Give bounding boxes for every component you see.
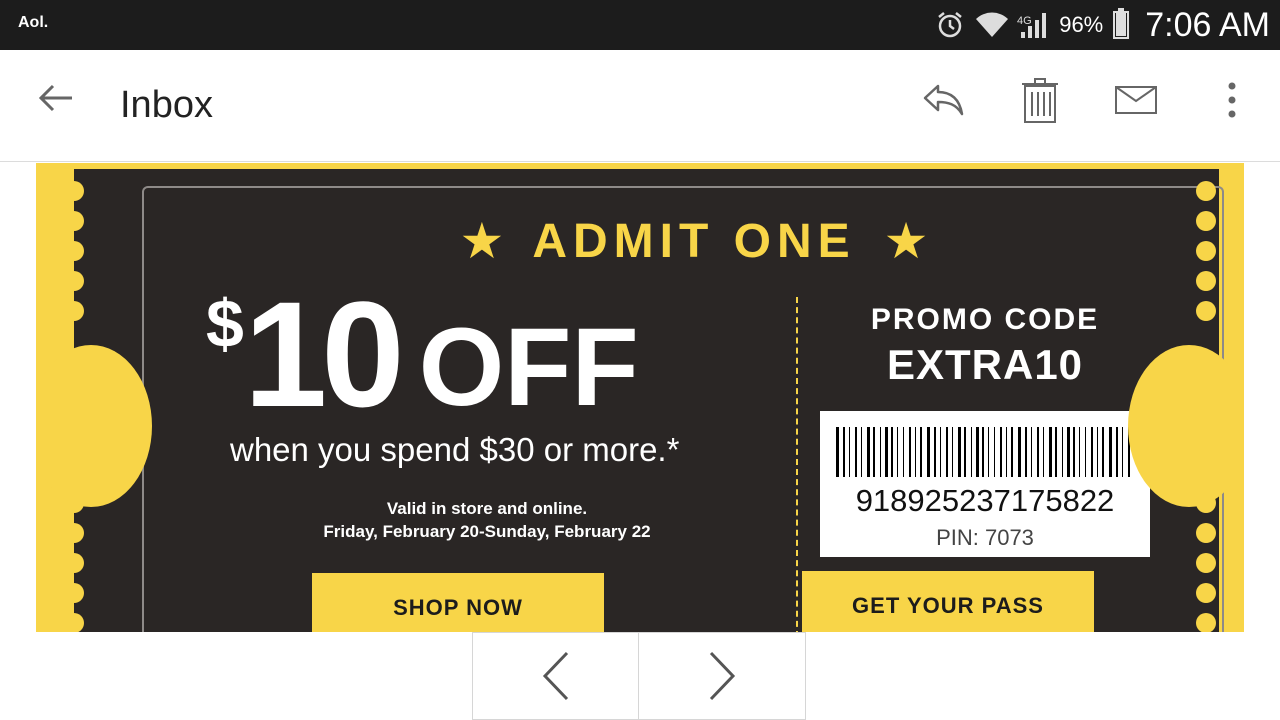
barcode-number: 918925237175822 — [855, 483, 1115, 518]
alarm-icon — [933, 8, 967, 42]
get-your-pass-button[interactable]: GET YOUR PASS — [802, 571, 1094, 632]
ticket-divider — [796, 297, 798, 632]
barcode-card: 918925237175822 PIN: 7073 — [820, 411, 1150, 557]
delete-button[interactable] — [1010, 72, 1070, 128]
scallop-edge — [1196, 301, 1216, 321]
scallop-edge — [1196, 523, 1216, 543]
reply-icon — [923, 84, 964, 116]
more-options-button[interactable] — [1202, 72, 1262, 128]
more-vert-icon — [1228, 82, 1236, 118]
scallop-edge — [1196, 613, 1216, 632]
ticket-notch-right — [1128, 345, 1244, 507]
mark-unread-button[interactable] — [1106, 72, 1166, 128]
coupon-image: ★ ADMIT ONE ★ $ 10 OFF when you spend $3… — [36, 163, 1244, 632]
validity-line-1: Valid in store and online. — [386, 499, 588, 518]
chevron-right-icon — [709, 651, 736, 701]
page-title: Inbox — [120, 84, 213, 126]
status-indicators: 4G 96% 7:06 AM — [933, 0, 1270, 50]
scallop-edge — [1196, 181, 1216, 201]
status-app-name: Aol. — [18, 14, 49, 31]
back-arrow-icon — [38, 84, 72, 112]
scallop-edge — [1196, 241, 1216, 261]
discount-amount: $ 10 OFF — [206, 279, 639, 429]
dollar-sign: $ — [206, 286, 244, 362]
svg-text:4G: 4G — [1017, 15, 1032, 27]
scallop-edge — [64, 211, 84, 231]
admit-one-text: ADMIT ONE — [532, 214, 856, 268]
admit-one-heading: ★ ADMIT ONE ★ — [434, 213, 954, 269]
scallop-edge — [64, 271, 84, 291]
discount-value: 10 — [243, 270, 405, 438]
promo-code-label: PROMO CODE — [870, 303, 1100, 336]
pin-number: PIN: 7073 — [936, 525, 1034, 550]
promo-code-value: EXTRA10 — [886, 341, 1084, 388]
ticket-body: ★ ADMIT ONE ★ $ 10 OFF when you spend $3… — [74, 169, 1224, 632]
next-message-button[interactable] — [639, 632, 806, 720]
clock: 7:06 AM — [1145, 5, 1270, 44]
star-icon: ★ — [459, 213, 505, 269]
spend-condition: when you spend $30 or more.* — [230, 431, 680, 468]
scallop-edge — [64, 523, 84, 543]
scallop-edge — [64, 301, 84, 321]
battery-icon — [1113, 8, 1130, 39]
signal-icon: 4G — [1017, 8, 1051, 42]
scallop-edge — [64, 181, 84, 201]
shop-now-button[interactable]: SHOP NOW — [312, 573, 604, 632]
message-pager — [472, 632, 806, 720]
mark-unread-icon — [1115, 86, 1157, 114]
previous-message-button[interactable] — [472, 632, 639, 720]
status-bar: Aol. 4G 96% 7:06 AM — [0, 0, 1280, 50]
star-icon: ★ — [883, 213, 929, 269]
scallop-edge — [64, 241, 84, 261]
scallop-edge — [1196, 271, 1216, 291]
battery-percent: 96% — [1059, 12, 1104, 37]
app-bar: Inbox — [0, 50, 1280, 162]
scallop-edge — [1196, 583, 1216, 603]
chevron-left-icon — [542, 651, 568, 701]
reply-button[interactable] — [914, 72, 974, 128]
scallop-edge — [64, 613, 84, 632]
wifi-icon — [975, 8, 1009, 42]
validity-text: Valid in store and online. Friday, Febru… — [292, 497, 682, 543]
back-button[interactable] — [30, 78, 82, 118]
scallop-edge — [1196, 553, 1216, 573]
validity-line-2: Friday, February 20-Sunday, February 22 — [323, 522, 651, 541]
trash-icon — [1022, 78, 1058, 123]
off-text: OFF — [418, 306, 639, 429]
scallop-edge — [1196, 211, 1216, 231]
scallop-edge — [64, 553, 84, 573]
barcode — [836, 427, 1130, 477]
scallop-edge — [64, 583, 84, 603]
